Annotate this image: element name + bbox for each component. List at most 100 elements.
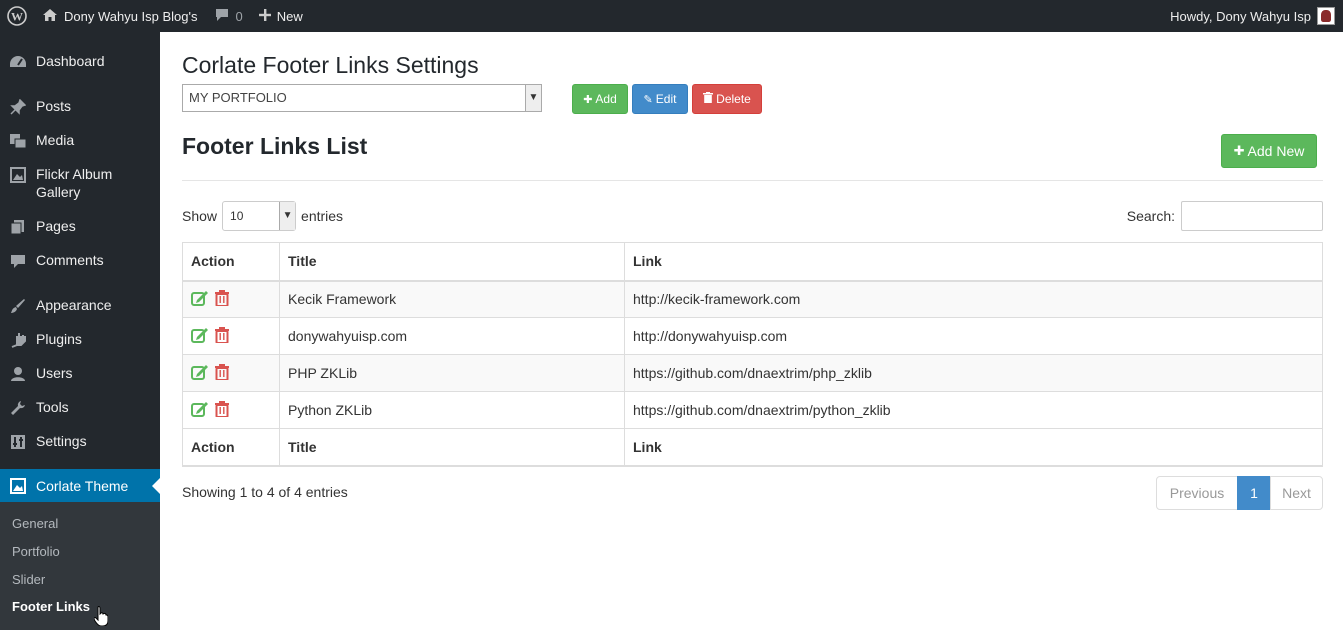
menu-label: Posts [36, 98, 72, 114]
chevron-down-icon: ▼ [525, 85, 541, 111]
edit-label: Edit [655, 92, 677, 106]
brush-icon [8, 296, 28, 316]
table-header-row: Action Title Link [182, 242, 1323, 282]
edit-icon[interactable] [191, 401, 209, 420]
pages-icon [8, 217, 28, 237]
menu-appearance[interactable]: Appearance [0, 296, 160, 316]
menu-users[interactable]: Users [0, 364, 160, 384]
submenu-general[interactable]: General [12, 516, 58, 531]
wordpress-logo-icon[interactable]: W [0, 0, 34, 32]
theme-icon [8, 476, 28, 496]
next-page-button[interactable]: Next [1270, 476, 1323, 510]
link-cell: http://kecik-framework.com [624, 280, 1323, 318]
menu-comments[interactable]: Comments [0, 251, 160, 271]
entries-length-select[interactable]: 10 ▼ [222, 201, 297, 231]
column-header-link[interactable]: Link [624, 242, 1323, 282]
submenu-portfolio[interactable]: Portfolio [12, 544, 60, 559]
plus-icon [258, 8, 271, 24]
menu-posts[interactable]: Posts [0, 97, 160, 117]
media-icon [8, 131, 28, 151]
show-label: Show [182, 208, 218, 224]
entries-length-value: 10 [230, 209, 244, 223]
comments-link[interactable]: 0 [206, 0, 251, 32]
table-row: Kecik Framework http://kecik-framework.c… [182, 280, 1323, 318]
menu-label: Tools [36, 399, 69, 415]
trash-icon [703, 92, 714, 106]
plugin-icon [8, 330, 28, 350]
add-group-button[interactable]: ✚ Add [572, 84, 628, 114]
menu-plugins[interactable]: Plugins [0, 330, 160, 350]
trash-icon[interactable] [214, 400, 229, 420]
menu-label: Flickr Album Gallery [36, 166, 113, 200]
menu-label: Settings [36, 433, 87, 449]
trash-icon[interactable] [214, 289, 229, 309]
action-cell [182, 280, 280, 318]
column-footer-title: Title [279, 428, 625, 467]
entries-length-control: Show 10 ▼ entries [182, 201, 343, 231]
submenu-slider[interactable]: Slider [12, 572, 45, 587]
trash-icon[interactable] [214, 363, 229, 383]
menu-tools[interactable]: Tools [0, 398, 160, 418]
current-menu-arrow [152, 478, 160, 494]
new-content-link[interactable]: New [251, 0, 311, 32]
search-input[interactable] [1181, 201, 1323, 231]
menu-corlate-theme[interactable]: Corlate Theme [0, 469, 160, 503]
plus-icon: ✚ [583, 93, 593, 106]
menu-dashboard[interactable]: Dashboard [0, 52, 160, 72]
link-cell: https://github.com/dnaextrim/php_zklib [624, 354, 1323, 392]
divider [182, 180, 1323, 181]
hand-cursor-icon [93, 606, 109, 627]
delete-label: Delete [716, 92, 751, 106]
column-header-action[interactable]: Action [182, 242, 280, 282]
footer-group-value: MY PORTFOLIO [189, 90, 287, 105]
column-header-title[interactable]: Title [279, 242, 625, 282]
edit-icon[interactable] [191, 364, 209, 383]
menu-pages[interactable]: Pages [0, 217, 160, 237]
edit-group-button[interactable]: ✎ Edit [632, 84, 688, 114]
menu-settings[interactable]: Settings [0, 432, 160, 452]
previous-page-button[interactable]: Previous [1156, 476, 1238, 510]
table-row: Python ZKLib https://github.com/dnaextri… [182, 391, 1323, 429]
pencil-icon: ✎ [643, 93, 653, 106]
menu-label: Corlate Theme [36, 478, 129, 494]
link-cell: https://github.com/dnaextrim/python_zkli… [624, 391, 1323, 429]
title-cell: PHP ZKLib [279, 354, 625, 392]
page-1-button[interactable]: 1 [1237, 476, 1271, 510]
edit-icon[interactable] [191, 290, 209, 309]
delete-group-button[interactable]: Delete [692, 84, 762, 114]
action-cell [182, 391, 280, 429]
table-row: donywahyuisp.com http://donywahyuisp.com [182, 317, 1323, 355]
menu-label: Comments [36, 252, 104, 268]
edit-icon[interactable] [191, 327, 209, 346]
my-account-link[interactable]: Howdy, Dony Wahyu Isp [1162, 0, 1343, 32]
footer-links-table: Action Title Link Kecik Framework http:/… [182, 242, 1323, 467]
svg-text:W: W [11, 10, 23, 24]
menu-label: Pages [36, 218, 76, 234]
wrench-icon [8, 398, 28, 418]
pin-icon [8, 97, 28, 117]
entries-label: entries [301, 208, 344, 224]
page-title: Corlate Footer Links Settings [182, 52, 479, 78]
action-cell [182, 317, 280, 355]
comment-icon [8, 251, 28, 271]
footer-group-select[interactable]: MY PORTFOLIO ▼ [182, 84, 542, 112]
submenu-footer-links[interactable]: Footer Links [12, 599, 90, 614]
pagination: Previous 1 Next [1156, 476, 1323, 510]
column-footer-link: Link [624, 428, 1323, 467]
plus-icon: ✚ [1233, 143, 1245, 158]
site-name-link[interactable]: Dony Wahyu Isp Blog's [34, 0, 206, 32]
comment-bubble-icon [214, 8, 230, 25]
column-footer-action: Action [182, 428, 280, 467]
trash-icon[interactable] [214, 326, 229, 346]
title-cell: Kecik Framework [279, 280, 625, 318]
home-icon [42, 8, 58, 25]
comments-count: 0 [235, 8, 243, 24]
menu-flickr-album-gallery[interactable]: Flickr Album Gallery [0, 165, 160, 201]
table-row: PHP ZKLib https://github.com/dnaextrim/p… [182, 354, 1323, 392]
avatar [1317, 7, 1335, 25]
add-new-button[interactable]: ✚ Add New [1221, 134, 1317, 168]
menu-media[interactable]: Media [0, 131, 160, 151]
chevron-down-icon: ▼ [279, 202, 296, 230]
menu-label: Media [36, 132, 75, 148]
table-footer-row: Action Title Link [182, 428, 1323, 467]
